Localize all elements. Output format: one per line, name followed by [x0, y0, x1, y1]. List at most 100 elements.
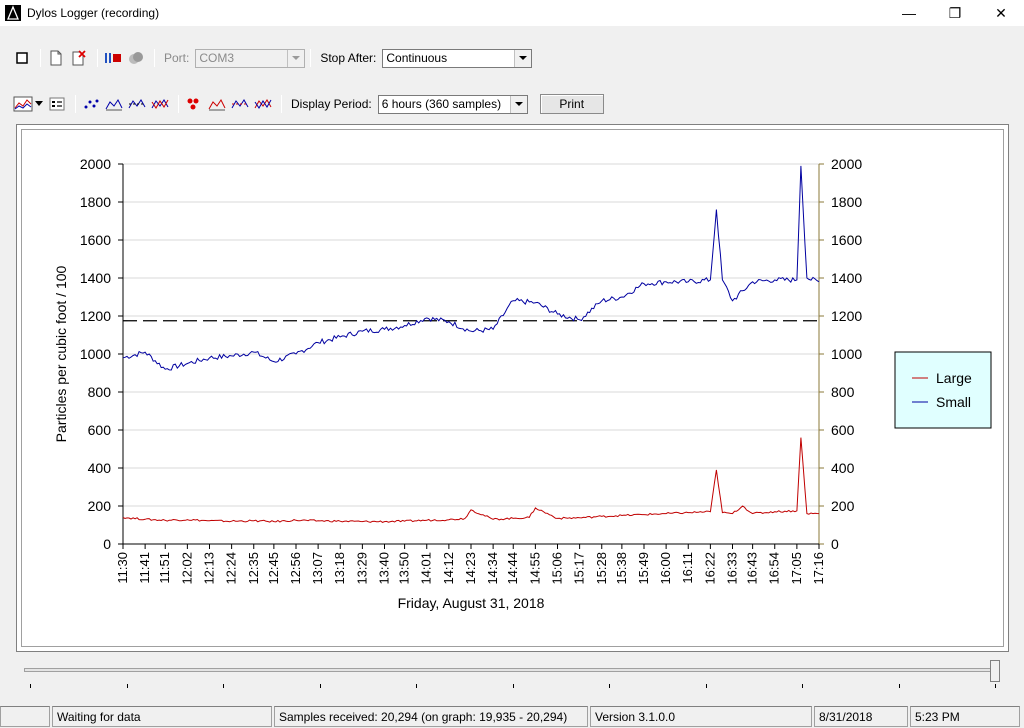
- line-average-blue-icon: [128, 99, 146, 109]
- new-document-icon: [50, 50, 62, 66]
- recording-toolbar: Port: COM3 Stop After: Continuous: [12, 44, 1012, 72]
- y-tick-label-left: 0: [103, 536, 111, 552]
- small-avg-button[interactable]: [127, 94, 147, 114]
- toolbar-divider: [178, 95, 179, 113]
- connect-button[interactable]: [126, 48, 146, 68]
- small-scatter-button[interactable]: [81, 94, 101, 114]
- slider-tick: [319, 684, 321, 688]
- chart-type-button[interactable]: [12, 94, 34, 114]
- slider-tick: [512, 684, 514, 688]
- x-tick-label: 15:38: [614, 552, 629, 585]
- new-file-button[interactable]: [46, 48, 66, 68]
- pause-record-button[interactable]: [103, 48, 123, 68]
- app-logo-icon: [5, 5, 21, 21]
- toolbar-divider: [154, 49, 155, 67]
- slider-tick: [609, 684, 610, 688]
- x-tick-label: 16:11: [680, 552, 695, 584]
- x-tick-label: 15:06: [549, 552, 564, 585]
- legend-toggle-button[interactable]: [47, 94, 67, 114]
- x-tick-label: 13:07: [310, 552, 325, 585]
- display-period-value: 6 hours (360 samples): [381, 97, 502, 111]
- x-tick-label: 16:43: [745, 552, 760, 585]
- x-tick-label: 16:22: [702, 552, 717, 585]
- x-tick-label: 14:12: [441, 552, 456, 585]
- port-select[interactable]: COM3: [195, 48, 306, 68]
- minimize-button[interactable]: —: [886, 0, 932, 26]
- chart-type-dropdown[interactable]: [34, 94, 44, 114]
- toolbar-divider: [40, 49, 41, 67]
- slider-thumb[interactable]: [990, 660, 1000, 682]
- clear-file-button[interactable]: [69, 48, 89, 68]
- y-tick-label-right: 1600: [831, 232, 862, 248]
- status-message: Waiting for data: [52, 706, 272, 727]
- close-button[interactable]: ✕: [978, 0, 1024, 26]
- y-tick-label-left: 800: [88, 384, 112, 400]
- plug-icon: [129, 52, 143, 64]
- status-bar: Waiting for data Samples received: 20,29…: [0, 705, 1024, 728]
- y-tick-label-right: 2000: [831, 156, 862, 172]
- small-range-button[interactable]: [150, 94, 170, 114]
- print-button[interactable]: Print: [539, 94, 604, 114]
- x-tick-label: 15:17: [572, 552, 587, 585]
- delete-document-icon: [72, 50, 86, 66]
- legend-label-large: Large: [936, 370, 972, 386]
- large-scatter-button[interactable]: [184, 94, 204, 114]
- y-tick-label-right: 400: [831, 460, 855, 476]
- line-blue-icon: [105, 99, 123, 111]
- pause-record-icon: [105, 53, 121, 63]
- x-tick-label: 14:23: [463, 552, 478, 585]
- slider-tick: [126, 684, 128, 688]
- y-tick-label-left: 1200: [80, 308, 111, 324]
- maximize-button[interactable]: ❐: [932, 0, 978, 26]
- x-tick-label: 13:40: [377, 552, 392, 585]
- x-tick-label: 12:45: [266, 552, 281, 585]
- port-label: Port:: [164, 51, 190, 65]
- x-tick-label: 12:13: [201, 552, 216, 585]
- status-version: Version 3.1.0.0: [590, 706, 812, 727]
- large-range-button[interactable]: [253, 94, 273, 114]
- x-tick-label: 12:02: [179, 552, 194, 585]
- x-tick-label: 14:01: [419, 552, 434, 585]
- graph-panel: 0 0 200 200 400 400 600 600 800 800 1000 1000 1200 12…: [16, 124, 1009, 652]
- graph-border: 0 0 200 200 400 400 600 600 800 800 1000 1000 1200 12…: [21, 129, 1004, 647]
- x-tick-label: 11:41: [137, 552, 152, 584]
- line-range-blue-icon: [151, 99, 169, 109]
- time-scroll-slider[interactable]: [22, 660, 1002, 700]
- large-line-button[interactable]: [207, 94, 227, 114]
- y-tick-label-left: 400: [88, 460, 112, 476]
- x-tick-label: 12:24: [224, 552, 239, 585]
- line-red-icon: [208, 99, 226, 111]
- caret-down-icon: [35, 101, 43, 106]
- large-avg-button[interactable]: [230, 94, 250, 114]
- y-tick-label-left: 600: [88, 422, 112, 438]
- y-tick-label-left: 1800: [80, 194, 111, 210]
- slider-tick: [223, 684, 224, 688]
- line-average-red-icon: [231, 99, 249, 109]
- scatter-blue-icon: [84, 99, 99, 109]
- x-tick-label: 15:49: [636, 552, 651, 585]
- slider-track[interactable]: [24, 668, 996, 672]
- series-line-large: [122, 437, 820, 523]
- toolbar-divider: [281, 95, 282, 113]
- small-line-button[interactable]: [104, 94, 124, 114]
- y-tick-label-left: 200: [88, 498, 112, 514]
- x-tick-label: 12:56: [288, 552, 303, 585]
- slider-tick: [802, 684, 803, 688]
- y-axis-title: Particles per cubic foot / 100: [53, 265, 69, 442]
- x-tick-label: 13:50: [397, 552, 412, 585]
- particle-chart[interactable]: 0 0 200 200 400 400 600 600 800 800 1000 1000 1200 12…: [22, 130, 1003, 646]
- port-value: COM3: [199, 51, 235, 65]
- x-tick-label: 17:16: [811, 552, 826, 585]
- x-tick-label: 17:05: [789, 552, 804, 585]
- slider-tick: [898, 684, 900, 688]
- y-tick-label-right: 1200: [831, 308, 862, 324]
- stop-square-button[interactable]: [12, 48, 32, 68]
- toolbar-divider: [97, 49, 98, 67]
- y-tick-label-left: 1600: [80, 232, 111, 248]
- y-tick-label-right: 200: [831, 498, 855, 514]
- y-tick-label-left: 1000: [80, 346, 111, 362]
- stop-after-select[interactable]: Continuous: [382, 48, 533, 68]
- display-period-select[interactable]: 6 hours (360 samples): [377, 94, 528, 114]
- slider-tick: [416, 684, 417, 688]
- x-tick-label: 16:54: [767, 552, 782, 585]
